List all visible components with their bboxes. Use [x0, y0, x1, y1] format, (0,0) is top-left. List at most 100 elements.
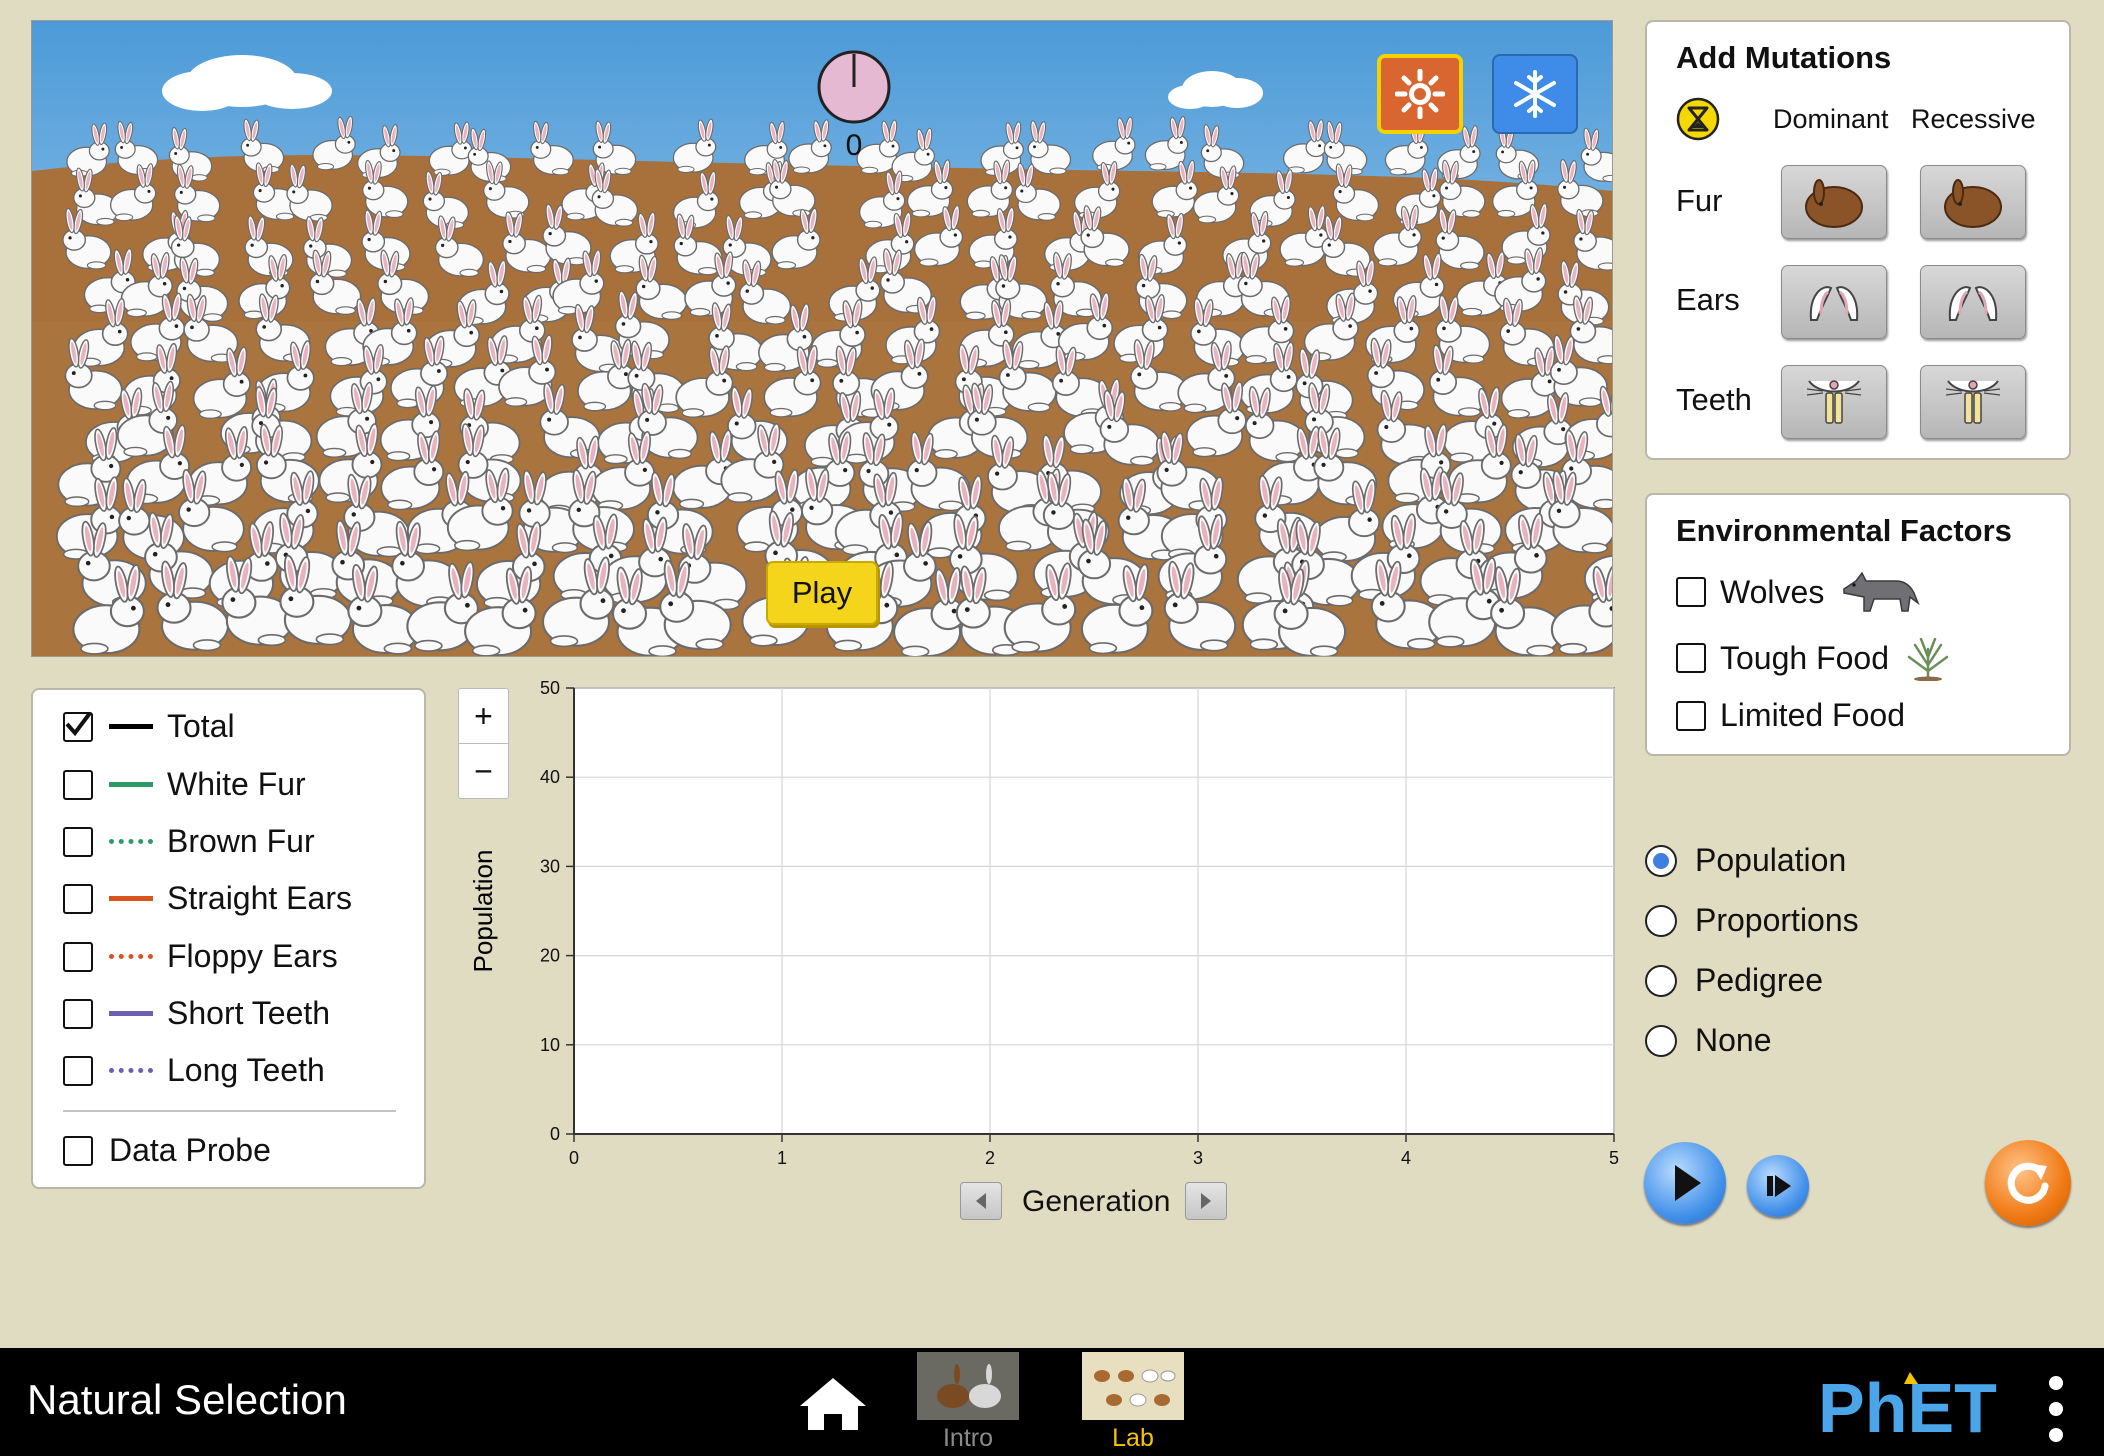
- checkbox-box[interactable]: [63, 1135, 93, 1166]
- legend-item-total[interactable]: Total: [63, 708, 235, 745]
- trait-label-teeth: Teeth: [1676, 382, 1752, 417]
- step-forward-button[interactable]: [1747, 1155, 1809, 1217]
- app-title: Natural Selection: [27, 1376, 347, 1423]
- floppy-ears-icon: [1948, 286, 1998, 321]
- bunny-group-icon: [1094, 1369, 1176, 1407]
- sun-icon: [1395, 69, 1445, 119]
- lab-thumbnail: [1082, 1352, 1184, 1420]
- radio-label: Pedigree: [1695, 962, 1824, 998]
- legend-swatch: [109, 1068, 153, 1073]
- radio-button[interactable]: [1645, 844, 1677, 877]
- play-pause-button[interactable]: [1644, 1142, 1726, 1224]
- recessive-ears-mutation-button[interactable]: [1920, 265, 2026, 339]
- radio-population[interactable]: Population: [1645, 842, 1846, 879]
- generation-back-button[interactable]: [960, 1182, 1002, 1220]
- radio-button[interactable]: [1645, 1024, 1677, 1057]
- legend-item-long-teeth[interactable]: Long Teeth: [63, 1052, 325, 1089]
- x-tick-label: 2: [985, 1148, 995, 1168]
- simulation-scene: 0 Play: [31, 20, 1613, 657]
- checkbox-label: Data Probe: [109, 1132, 271, 1168]
- shrub-icon: [1907, 637, 1949, 681]
- radio-label: Proportions: [1695, 902, 1859, 938]
- legend-item-straight-ears[interactable]: Straight Ears: [63, 880, 352, 917]
- wolves-checkbox[interactable]: Wolves: [1676, 569, 1921, 615]
- checkbox-box[interactable]: [1676, 643, 1706, 673]
- home-icon[interactable]: [798, 1374, 868, 1434]
- dominant-header: Dominant: [1773, 104, 1889, 134]
- recessive-teeth-mutation-button[interactable]: [1920, 365, 2026, 439]
- play-icon: [1675, 1165, 1701, 1201]
- legend-item-brown-fur[interactable]: Brown Fur: [63, 823, 315, 860]
- phet-logo[interactable]: PhET: [1818, 1370, 2028, 1440]
- population-legend-panel: Total White Fur Brown Fur Straight Ears …: [31, 688, 426, 1189]
- checkbox-box[interactable]: [1676, 700, 1706, 731]
- checkmark-icon: [65, 711, 92, 736]
- legend-label: White Fur: [167, 766, 306, 802]
- equator-environment-button[interactable]: [1377, 54, 1463, 134]
- screen-tab-label: Lab: [1112, 1424, 1154, 1452]
- checkbox-box[interactable]: [1676, 577, 1706, 607]
- long-teeth-icon: [1945, 380, 2001, 424]
- play-button[interactable]: Play: [766, 561, 878, 625]
- trait-label-fur: Fur: [1676, 183, 1723, 218]
- radio-pedigree[interactable]: Pedigree: [1645, 962, 1823, 999]
- panel-title: Environmental Factors: [1676, 513, 2012, 548]
- limited-food-checkbox[interactable]: Limited Food: [1676, 697, 1905, 734]
- generation-clock-icon: [817, 50, 891, 124]
- legend-label: Total: [167, 708, 235, 744]
- reset-icon: [2007, 1162, 2049, 1204]
- legend-label: Brown Fur: [167, 823, 315, 859]
- wolf-icon: [1843, 571, 1921, 612]
- add-mutations-panel: Add Mutations Dominant Recessive Fur Ear…: [1645, 20, 2071, 460]
- radio-proportions[interactable]: Proportions: [1645, 902, 1859, 939]
- plot-area: [573, 687, 1615, 1135]
- checkbox-box[interactable]: [63, 998, 93, 1029]
- dominant-fur-mutation-button[interactable]: [1781, 165, 1887, 239]
- legend-item-floppy-ears[interactable]: Floppy Ears: [63, 938, 338, 975]
- legend-item-short-teeth[interactable]: Short Teeth: [63, 995, 330, 1032]
- legend-item-white-fur[interactable]: White Fur: [63, 766, 306, 803]
- tough-food-checkbox[interactable]: Tough Food: [1676, 635, 1953, 681]
- y-tick-label: 0: [550, 1124, 560, 1144]
- y-tick-label: 30: [540, 856, 560, 876]
- checkbox-box[interactable]: [63, 826, 93, 857]
- generation-forward-button[interactable]: [1185, 1182, 1227, 1220]
- reset-all-button[interactable]: [1985, 1140, 2071, 1226]
- checkbox-box[interactable]: [63, 769, 93, 800]
- checkbox-box[interactable]: [63, 883, 93, 914]
- radio-button[interactable]: [1645, 964, 1677, 997]
- radio-label: Population: [1695, 842, 1847, 878]
- checkbox-box[interactable]: [63, 1055, 93, 1086]
- recessive-fur-mutation-button[interactable]: [1920, 165, 2026, 239]
- dominant-teeth-mutation-button[interactable]: [1781, 365, 1887, 439]
- dominant-ears-mutation-button[interactable]: [1781, 265, 1887, 339]
- snowflake-icon: [1514, 70, 1556, 118]
- checkbox-label: Tough Food: [1720, 639, 1890, 676]
- legend-swatch: [109, 954, 153, 959]
- data-probe-checkbox[interactable]: Data Probe: [63, 1132, 271, 1169]
- checkbox-box[interactable]: [63, 711, 93, 742]
- legend-swatch: [109, 724, 153, 729]
- generation-counter: 0: [845, 129, 863, 162]
- checkbox-label: Wolves: [1720, 573, 1825, 610]
- screen-tab-intro[interactable]: Intro: [916, 1352, 1020, 1453]
- more-options-icon[interactable]: [2044, 1376, 2068, 1442]
- arctic-environment-button[interactable]: [1492, 54, 1578, 134]
- long-teeth-icon: [1806, 380, 1862, 424]
- intro-thumbnail: [917, 1352, 1019, 1420]
- radio-button[interactable]: [1645, 904, 1677, 937]
- hourglass-icon: [1676, 97, 1720, 141]
- checkbox-label: Limited Food: [1720, 697, 1905, 733]
- screen-tab-label: Intro: [942, 1424, 994, 1452]
- legend-swatch: [109, 896, 153, 901]
- y-tick-label: 50: [540, 678, 560, 698]
- triangle-right-icon: [1201, 1193, 1211, 1209]
- checkbox-box[interactable]: [63, 941, 93, 972]
- trait-label-ears: Ears: [1676, 282, 1740, 317]
- radio-none[interactable]: None: [1645, 1022, 1772, 1059]
- x-tick-label: 5: [1609, 1148, 1619, 1168]
- screen-tab-lab[interactable]: Lab: [1081, 1352, 1185, 1453]
- legend-label: Short Teeth: [167, 995, 331, 1031]
- bunny-pair-icon: [937, 1364, 1001, 1408]
- population-graph: 0 1 2 3 4 501020304050 Population: [468, 678, 1619, 1168]
